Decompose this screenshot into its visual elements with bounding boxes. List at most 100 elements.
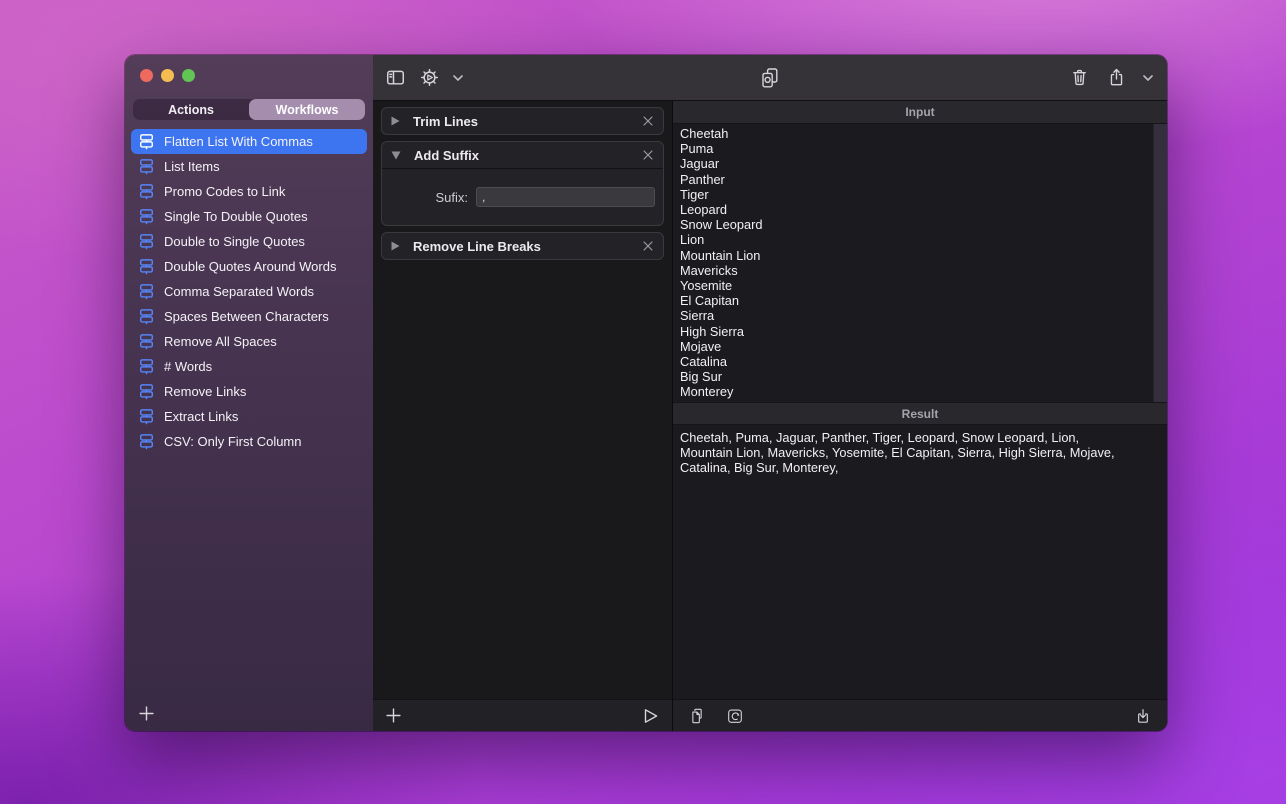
workflow-icon xyxy=(138,208,155,225)
sidebar-item-csv-only-first-column[interactable]: CSV: Only First Column xyxy=(131,429,367,454)
toolbar xyxy=(373,55,1167,101)
sidebar-item-label: Remove Links xyxy=(164,384,246,399)
use-result-as-input-button[interactable] xyxy=(726,707,744,725)
plus-icon xyxy=(138,705,155,722)
sidebar-item-label: Promo Codes to Link xyxy=(164,184,285,199)
sidebar-item-single-to-double-quotes[interactable]: Single To Double Quotes xyxy=(131,204,367,229)
action-title: Trim Lines xyxy=(413,114,478,129)
plus-icon xyxy=(385,707,402,724)
sidebar-item-label: Single To Double Quotes xyxy=(164,209,308,224)
sidebar-bottom-bar xyxy=(125,695,373,731)
delete-workflow-button[interactable] xyxy=(1069,67,1090,88)
disclosure-down-icon[interactable] xyxy=(391,151,401,160)
sidebar-item-label: List Items xyxy=(164,159,220,174)
sidebar-item-flatten-list-with-commas[interactable]: Flatten List With Commas xyxy=(131,129,367,154)
workflow-icon xyxy=(138,133,155,150)
sidebar-segmented-control: Actions Workflows xyxy=(133,99,365,120)
actions-bottom-bar xyxy=(373,699,672,731)
sidebar-item-extract-links[interactable]: Extract Links xyxy=(131,404,367,429)
chevron-down-icon xyxy=(1143,75,1153,81)
gear-run-icon xyxy=(419,67,440,88)
copy-result-button[interactable] xyxy=(688,707,706,725)
workflow-icon xyxy=(138,433,155,450)
add-action-button[interactable] xyxy=(385,707,402,724)
tab-workflows[interactable]: Workflows xyxy=(249,99,365,120)
sidebar-item-label: Spaces Between Characters xyxy=(164,309,329,324)
action-title: Add Suffix xyxy=(414,148,479,163)
action-card-trim-lines: Trim Lines xyxy=(381,107,664,135)
remove-action-icon[interactable] xyxy=(642,240,654,252)
action-card-header[interactable]: Add Suffix xyxy=(382,142,663,168)
sidebar-item-label: # Words xyxy=(164,359,212,374)
chevron-down-icon xyxy=(453,75,463,81)
save-result-icon xyxy=(1134,707,1152,725)
reuse-result-icon xyxy=(726,707,744,725)
workflow-icon xyxy=(138,333,155,350)
zoom-window-button[interactable] xyxy=(182,69,195,82)
sidebar-item-remove-links[interactable]: Remove Links xyxy=(131,379,367,404)
run-settings-dropdown-button[interactable] xyxy=(453,75,463,81)
action-card-header[interactable]: Remove Line Breaks xyxy=(382,233,663,259)
sidebar-item-double-quotes-around-words[interactable]: Double Quotes Around Words xyxy=(131,254,367,279)
run-settings-button[interactable] xyxy=(419,67,440,88)
run-workflow-button[interactable] xyxy=(642,707,660,725)
sidebar-item-spaces-between-characters[interactable]: Spaces Between Characters xyxy=(131,304,367,329)
tab-actions[interactable]: Actions xyxy=(133,99,249,120)
io-bottom-bar xyxy=(673,699,1167,731)
close-window-button[interactable] xyxy=(140,69,153,82)
actions-column: Trim Lines Add Suffix Sufix: xyxy=(373,101,673,731)
toggle-sidebar-icon xyxy=(385,67,406,88)
workflow-icon xyxy=(138,233,155,250)
sidebar-item-label: Extract Links xyxy=(164,409,238,424)
sidebar-item-num-words[interactable]: # Words xyxy=(131,354,367,379)
result-text: Cheetah, Puma, Jaguar, Panther, Tiger, L… xyxy=(673,425,1167,699)
traffic-lights xyxy=(140,69,195,82)
sidebar-item-label: Double Quotes Around Words xyxy=(164,259,336,274)
share-button[interactable] xyxy=(1106,67,1127,88)
copy-pages-icon xyxy=(688,707,706,725)
play-icon xyxy=(642,707,660,725)
disclosure-right-icon[interactable] xyxy=(391,116,400,126)
action-card-add-suffix: Add Suffix Sufix: xyxy=(381,141,664,226)
io-column: Input Cheetah Puma Jaguar Panther Tiger … xyxy=(673,101,1167,731)
remove-action-icon[interactable] xyxy=(642,149,654,161)
action-card-header[interactable]: Trim Lines xyxy=(382,108,663,134)
sidebar-item-remove-all-spaces[interactable]: Remove All Spaces xyxy=(131,329,367,354)
sidebar-item-list-items[interactable]: List Items xyxy=(131,154,367,179)
sidebar-item-double-to-single-quotes[interactable]: Double to Single Quotes xyxy=(131,229,367,254)
add-workflow-button[interactable] xyxy=(138,705,155,722)
sidebar-item-comma-separated-words[interactable]: Comma Separated Words xyxy=(131,279,367,304)
workflow-icon xyxy=(138,358,155,375)
desktop-wallpaper: Actions Workflows Flatten List With Comm… xyxy=(0,0,1286,804)
minimize-window-button[interactable] xyxy=(161,69,174,82)
trash-icon xyxy=(1069,67,1090,88)
share-dropdown-button[interactable] xyxy=(1143,75,1153,81)
action-title: Remove Line Breaks xyxy=(413,239,541,254)
content-area: Trim Lines Add Suffix Sufix: xyxy=(373,101,1167,731)
workflow-icon xyxy=(138,158,155,175)
workflow-list: Flatten List With Commas List Items Prom… xyxy=(125,129,373,695)
workflow-icon xyxy=(138,183,155,200)
input-header: Input xyxy=(673,101,1167,124)
workflow-icon xyxy=(138,283,155,300)
workflow-icon xyxy=(138,408,155,425)
sidebar-item-label: CSV: Only First Column xyxy=(164,434,302,449)
sidebar-item-label: Comma Separated Words xyxy=(164,284,314,299)
remove-action-icon[interactable] xyxy=(642,115,654,127)
copy-result-toolbar-button[interactable] xyxy=(759,67,781,89)
result-header: Result xyxy=(673,402,1167,425)
action-card-body: Sufix: xyxy=(382,168,663,225)
save-result-button[interactable] xyxy=(1134,707,1152,725)
workflow-icon xyxy=(138,383,155,400)
sidebar-item-label: Flatten List With Commas xyxy=(164,134,313,149)
input-text-editor[interactable]: Cheetah Puma Jaguar Panther Tiger Leopar… xyxy=(680,126,1147,400)
sidebar-item-promo-codes-to-link[interactable]: Promo Codes to Link xyxy=(131,179,367,204)
disclosure-right-icon[interactable] xyxy=(391,241,400,251)
input-scrollbar[interactable] xyxy=(1153,124,1167,402)
suffix-input[interactable] xyxy=(476,187,655,207)
share-icon xyxy=(1106,67,1127,88)
suffix-field-label: Sufix: xyxy=(382,190,468,205)
toggle-sidebar-button[interactable] xyxy=(385,67,406,88)
app-window: Actions Workflows Flatten List With Comm… xyxy=(125,55,1167,731)
action-card-remove-line-breaks: Remove Line Breaks xyxy=(381,232,664,260)
